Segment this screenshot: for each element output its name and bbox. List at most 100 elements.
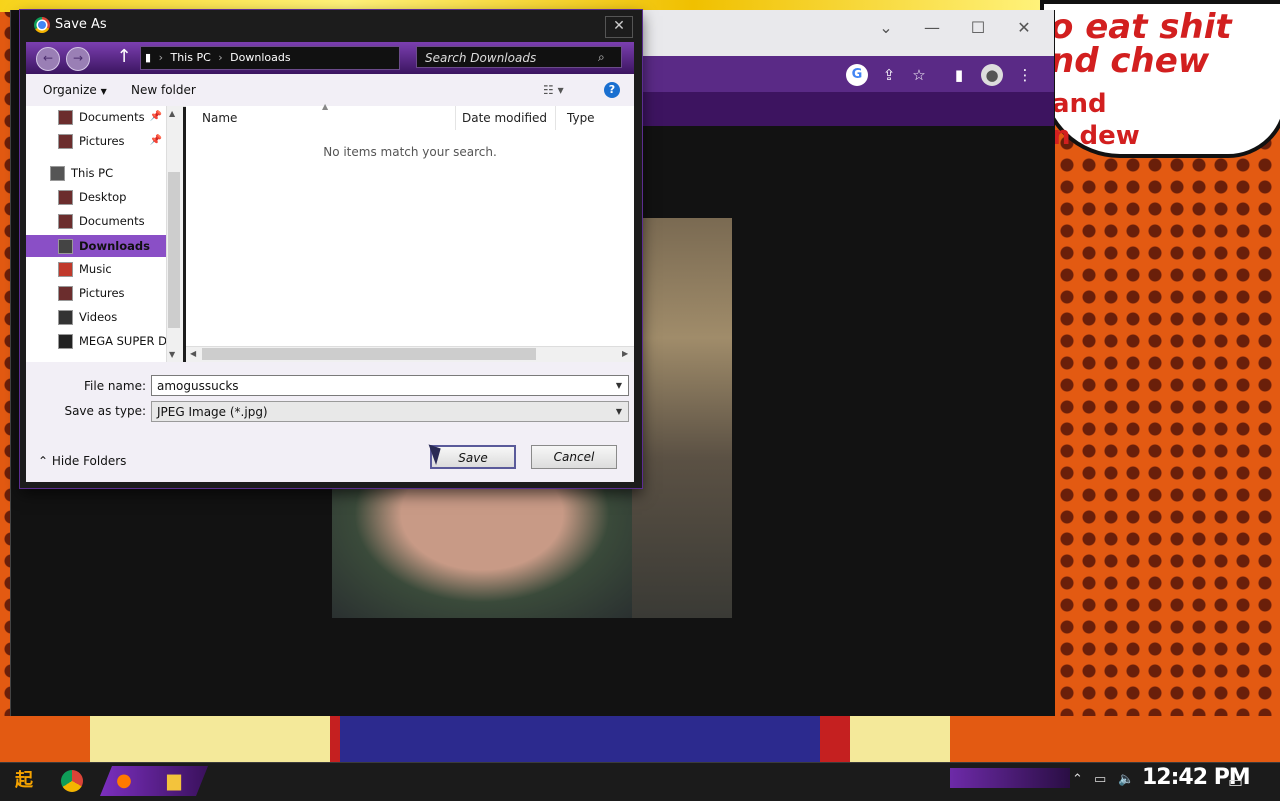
notification-icon[interactable]: ▭ — [1228, 772, 1243, 791]
wallpaper-bubble-text-back: and n dew — [1052, 88, 1280, 152]
nav-item-label: Documents — [79, 214, 145, 228]
file-explorer-icon[interactable]: ▆ — [154, 766, 194, 796]
nav-item-label: Desktop — [79, 190, 127, 204]
bubble-line-3: and — [1052, 89, 1107, 119]
organize-label: Organize — [43, 83, 97, 97]
scroll-right-arrow-icon[interactable]: ▶ — [622, 349, 628, 358]
network-icon[interactable]: ▭ — [1094, 772, 1106, 787]
column-type[interactable]: Type — [553, 106, 634, 130]
nav-item-label: Documents — [79, 110, 145, 124]
nav-item-label: Pictures — [79, 134, 125, 148]
scroll-left-arrow-icon[interactable]: ◀ — [190, 349, 196, 358]
nav-item-documents-quick[interactable]: Documents 📌 — [26, 106, 166, 128]
start-icon[interactable]: 起 — [4, 766, 44, 796]
search-input[interactable]: Search Downloads — [416, 46, 622, 68]
back-button[interactable]: ← — [36, 47, 60, 71]
sidebar-icon[interactable]: ▮ — [948, 64, 970, 86]
forward-button[interactable]: → — [66, 47, 90, 71]
downloads-folder-icon — [58, 239, 73, 254]
column-date-modified[interactable]: Date modified — [448, 106, 556, 130]
nav-item-label: Music — [79, 262, 112, 276]
nav-item-label: Downloads — [79, 239, 150, 253]
nav-item-pictures-quick[interactable]: Pictures 📌 — [26, 130, 166, 152]
cancel-button[interactable]: Cancel — [531, 445, 617, 469]
up-button[interactable]: ↑ — [114, 47, 134, 69]
videos-folder-icon — [58, 310, 73, 325]
breadcrumb-this-pc[interactable]: This PC — [170, 51, 210, 64]
pin-icon: 📌 — [149, 135, 162, 146]
browser-content-header — [630, 92, 1054, 126]
save-as-type-select[interactable]: JPEG Image (*.jpg) ▼ — [151, 401, 629, 422]
breadcrumb-downloads[interactable]: Downloads — [230, 51, 290, 64]
new-folder-button[interactable]: New folder — [131, 83, 196, 97]
computer-icon — [50, 166, 65, 181]
browser-titlebar — [630, 10, 1054, 56]
nav-item-videos[interactable]: Videos — [26, 306, 166, 328]
nav-item-documents[interactable]: Documents — [26, 210, 166, 232]
profile-icon[interactable]: ● — [981, 64, 1003, 86]
bubble-line-1: o eat shit — [1050, 10, 1232, 47]
tab-search-icon[interactable]: ⌄ — [874, 18, 898, 37]
nav-item-music[interactable]: Music — [26, 258, 166, 280]
file-name-field[interactable]: amogussucks ▼ — [151, 375, 629, 396]
sort-ascending-icon: ▲ — [322, 102, 329, 111]
desktop-folder-icon — [58, 190, 73, 205]
chrome-icon — [34, 17, 50, 33]
chevron-up-icon[interactable]: ⌃ — [1072, 772, 1083, 787]
photo-face-region — [332, 488, 632, 618]
maximize-button[interactable]: ☐ — [966, 18, 990, 37]
nav-item-this-pc[interactable]: This PC — [26, 162, 166, 184]
downloads-folder-icon: ▮ — [145, 51, 152, 64]
dialog-titlebar — [20, 10, 642, 42]
save-as-type-label: Save as type: — [64, 404, 146, 418]
search-icon[interactable]: ⌕ — [598, 50, 605, 65]
chrome-taskbar-icon[interactable] — [52, 766, 92, 796]
nav-item-label: Pictures — [79, 286, 125, 300]
drive-icon — [58, 334, 73, 349]
wallpaper-bottom-strip — [0, 716, 1280, 762]
nav-item-label: This PC — [71, 166, 114, 180]
google-icon[interactable]: G — [846, 64, 868, 86]
navigation-pane: Documents 📌 Pictures 📌 This PC Desktop Doc… — [26, 106, 166, 362]
menu-icon[interactable]: ⋮ — [1014, 64, 1036, 86]
pictures-folder-icon — [58, 286, 73, 301]
help-icon[interactable]: ? — [604, 82, 620, 98]
volume-icon[interactable]: 🔈 — [1118, 772, 1134, 787]
nav-pane-scroll-thumb[interactable] — [168, 172, 180, 328]
bubble-line-4: n dew — [1052, 121, 1140, 151]
firefox-icon[interactable]: ● — [104, 766, 144, 796]
documents-folder-icon — [58, 214, 73, 229]
star-icon[interactable]: ☆ — [908, 64, 930, 86]
nav-item-pictures[interactable]: Pictures — [26, 282, 166, 304]
nav-item-downloads[interactable]: Downloads — [26, 235, 166, 257]
chevron-down-icon: ▼ — [615, 407, 622, 416]
save-as-type-value: JPEG Image (*.jpg) — [157, 405, 268, 419]
nav-item-desktop[interactable]: Desktop — [26, 186, 166, 208]
pin-icon: 📌 — [149, 111, 162, 122]
file-list-scroll-thumb[interactable] — [202, 348, 536, 360]
share-icon[interactable]: ⇪ — [878, 64, 900, 86]
view-options-icon[interactable]: ☷ ▾ — [543, 83, 564, 97]
chevron-right-icon: › — [158, 51, 163, 64]
bubble-line-2: nd chew — [1050, 41, 1210, 78]
close-window-button[interactable]: ✕ — [1012, 18, 1036, 37]
empty-message: No items match your search. — [323, 145, 497, 159]
hide-folders-button[interactable]: ⌃ Hide Folders — [38, 454, 126, 468]
wallpaper-bubble-text: o eat shit nd chew — [1050, 10, 1280, 78]
scroll-up-arrow-icon[interactable]: ▲ — [169, 109, 175, 118]
dialog-title: Save As — [55, 17, 107, 32]
chevron-down-icon[interactable]: ▼ — [616, 376, 622, 396]
file-name-label: File name: — [84, 379, 146, 393]
taskbar-tray-accent — [950, 768, 1070, 788]
minimize-button[interactable]: — — [920, 18, 944, 37]
music-folder-icon — [58, 262, 73, 277]
dialog-close-button[interactable]: ✕ — [605, 16, 633, 38]
scroll-down-arrow-icon[interactable]: ▼ — [169, 350, 175, 359]
breadcrumb[interactable]: ▮ › This PC › Downloads — [140, 46, 400, 70]
file-name-value: amogussucks — [157, 379, 239, 393]
organize-menu[interactable]: Organize ▼ — [43, 83, 107, 97]
documents-folder-icon — [58, 110, 73, 125]
hide-folders-label: Hide Folders — [51, 454, 127, 468]
nav-item-mega-drive[interactable]: MEGA SUPER DU — [26, 330, 166, 352]
nav-item-label: MEGA SUPER DU — [79, 334, 166, 348]
